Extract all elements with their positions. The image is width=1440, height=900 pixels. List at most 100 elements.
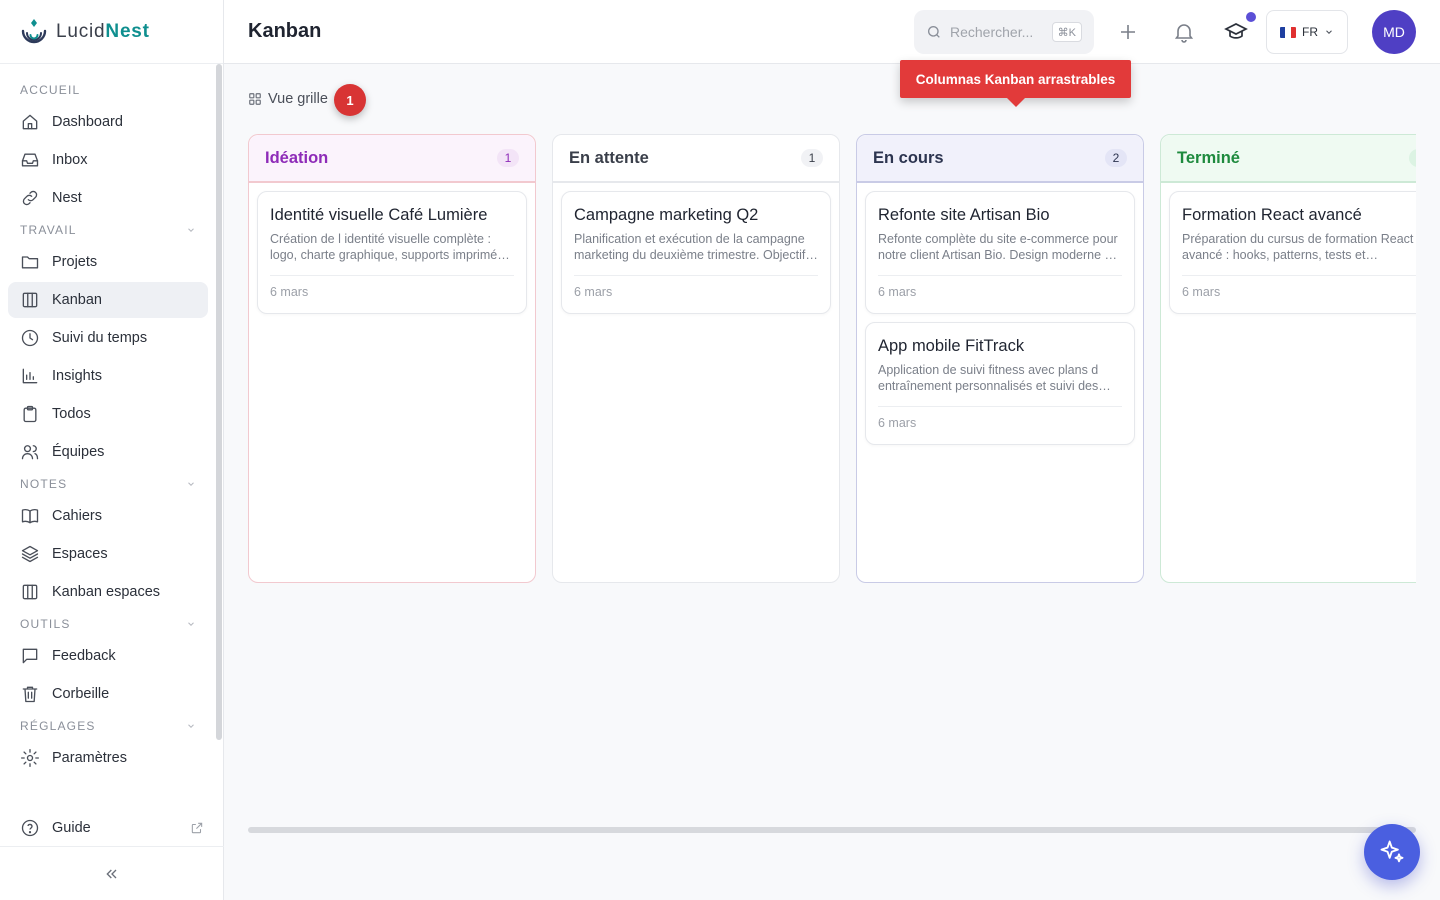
kanban-card[interactable]: Refonte site Artisan Bio Refonte complète…	[865, 191, 1135, 314]
clipboard-icon	[23, 405, 37, 423]
home-icon	[22, 114, 38, 130]
card-list: Identité visuelle Café Lumière Création d…	[249, 183, 535, 330]
sidebar-item-todos[interactable]: Todos	[8, 396, 208, 432]
sidebar-item-corbeille[interactable]: Corbeille	[8, 676, 208, 712]
france-flag-icon	[1280, 26, 1296, 38]
chevron-down-icon	[188, 228, 194, 232]
column-title: En attente	[569, 148, 649, 167]
sidebar-item-cahiers[interactable]: Cahiers	[8, 498, 208, 534]
sidebar-scrollbar[interactable]	[216, 64, 222, 740]
section-label: ACCUEIL	[20, 83, 81, 97]
sidebar-item-label: Suivi du temps	[52, 330, 148, 346]
search-box[interactable]: ⌘K	[914, 10, 1094, 54]
kanban-card[interactable]: Identité visuelle Café Lumière Création d…	[257, 191, 527, 314]
kanban-card[interactable]: App mobile FitTrack Application de suivi …	[865, 322, 1135, 445]
card-title: Formation React avancé	[1182, 206, 1362, 224]
link-icon	[22, 190, 38, 206]
tour-tooltip: Columnas Kanban arrastrables	[900, 60, 1131, 107]
search-icon	[928, 26, 940, 38]
sidebar-item-suivi-du-temps[interactable]: Suivi du temps	[8, 320, 208, 356]
sidebar-item-label: Kanban	[52, 292, 102, 308]
logo[interactable]: LucidNest	[0, 0, 223, 64]
trash-icon	[22, 686, 38, 703]
card-title: Identité visuelle Café Lumière	[270, 206, 488, 224]
column-count-badge: 2	[1105, 149, 1127, 167]
section-label: RÉGLAGES	[20, 719, 96, 733]
kanban-card[interactable]: Campagne marketing Q2 Planification et ex…	[561, 191, 831, 314]
ai-assistant-button[interactable]	[1364, 824, 1420, 880]
section-title-travail[interactable]: TRAVAIL	[0, 220, 216, 240]
sidebar-item-insights[interactable]: Insights	[8, 358, 208, 394]
grid-view-toggle[interactable]: Vue grille	[248, 88, 328, 110]
sidebar-item-label: Projets	[52, 254, 98, 270]
column-header[interactable]: En attente 1	[553, 135, 839, 183]
sidebar-item-label: Insights	[52, 368, 102, 384]
avatar[interactable]: MD	[1372, 10, 1416, 54]
sidebar-item-kanban[interactable]: Kanban	[8, 282, 208, 318]
chevron-down-icon	[188, 482, 194, 486]
sidebar-item-guide[interactable]: Guide	[8, 810, 216, 846]
sidebar-item-inbox[interactable]: Inbox	[8, 142, 208, 178]
help-circle-icon	[21, 819, 39, 837]
card-date: 6 mars	[574, 275, 818, 299]
chevron-down-icon	[188, 724, 194, 728]
language-selector[interactable]: FR	[1266, 10, 1348, 54]
tour-step-badge[interactable]: 1	[334, 84, 366, 116]
clock-icon	[21, 329, 39, 347]
sidebar-item-label: Inbox	[52, 152, 88, 168]
sidebar-item-label: Corbeille	[52, 686, 110, 702]
column-title: Terminé	[1177, 148, 1240, 167]
section-title-reglages[interactable]: RÉGLAGES	[0, 716, 216, 736]
kanban-column-en-attente[interactable]: En attente 1 Campagne marketing Q2 Planific…	[552, 134, 840, 583]
column-header[interactable]: Idéation 1	[249, 135, 535, 183]
section-title-accueil: ACCUEIL	[0, 80, 216, 100]
search-input[interactable]	[950, 24, 1050, 40]
board-horizontal-scrollbar[interactable]	[248, 827, 1416, 833]
sidebar-item-kanban-espaces[interactable]: Kanban espaces	[8, 574, 208, 610]
sidebar-item-label: Kanban espaces	[52, 584, 161, 600]
card-description: Création de l identité visuelle complète…	[270, 232, 504, 262]
sparkles-icon	[1380, 840, 1404, 863]
sidebar-item-projets[interactable]: Projets	[8, 244, 208, 280]
layers-icon	[21, 545, 39, 563]
bell-icon[interactable]	[1172, 20, 1196, 44]
section-title-outils[interactable]: OUTILS	[0, 614, 216, 634]
logo-text-part2: Nest	[105, 20, 150, 42]
top-header: Kanban ⌘K FR MD	[224, 0, 1440, 64]
kanban-column-ideation[interactable]: Idéation 1 Identité visuelle Café Lumière C…	[248, 134, 536, 583]
plus-icon[interactable]	[1116, 20, 1140, 44]
users-icon	[21, 445, 39, 460]
column-count-badge: 1	[801, 149, 823, 167]
sidebar-item-label: Cahiers	[52, 508, 102, 524]
section-title-notes[interactable]: NOTES	[0, 474, 216, 494]
sidebar-item-feedback[interactable]: Feedback	[8, 638, 208, 674]
logo-text-part1: Lucid	[56, 20, 106, 42]
sidebar-item-dashboard[interactable]: Dashboard	[8, 104, 208, 140]
column-count-badge: 1	[1409, 149, 1416, 167]
notification-dot	[1246, 12, 1256, 22]
kanban-column-en-cours[interactable]: En cours 2 Refonte site Artisan Bio Refonte…	[856, 134, 1144, 583]
language-code: FR	[1302, 25, 1318, 39]
sidebar-item-espaces[interactable]: Espaces	[8, 536, 208, 572]
collapse-sidebar-button[interactable]	[0, 846, 224, 900]
sidebar-item-parametres[interactable]: Paramètres	[8, 740, 208, 776]
column-header[interactable]: Terminé 1	[1161, 135, 1416, 183]
sidebar-item-equipes[interactable]: Équipes	[8, 434, 208, 470]
chevron-down-icon	[1326, 30, 1332, 34]
section-label: OUTILS	[20, 617, 71, 631]
graduation-cap-icon[interactable]	[1224, 20, 1248, 44]
card-date: 6 mars	[270, 275, 514, 299]
column-header[interactable]: En cours 2	[857, 135, 1143, 183]
kanban-card[interactable]: Formation React avancé Préparation du cur…	[1169, 191, 1416, 314]
card-title: Refonte site Artisan Bio	[878, 206, 1050, 224]
kanban-column-termine[interactable]: Terminé 1 Formation React avancé Préparatio…	[1160, 134, 1416, 583]
chevrons-left-icon	[106, 869, 117, 878]
card-description: Refonte complète du site e-commerce pour…	[878, 232, 1118, 262]
sidebar-item-label: Paramètres	[52, 750, 127, 766]
card-description: Application de suivi fitness avec plans …	[878, 363, 1099, 393]
sidebar-item-nest[interactable]: Nest	[8, 180, 208, 216]
folder-icon	[21, 256, 39, 269]
search-shortcut: ⌘K	[1051, 22, 1082, 42]
column-title: Idéation	[265, 148, 329, 167]
column-count-badge: 1	[497, 149, 519, 167]
